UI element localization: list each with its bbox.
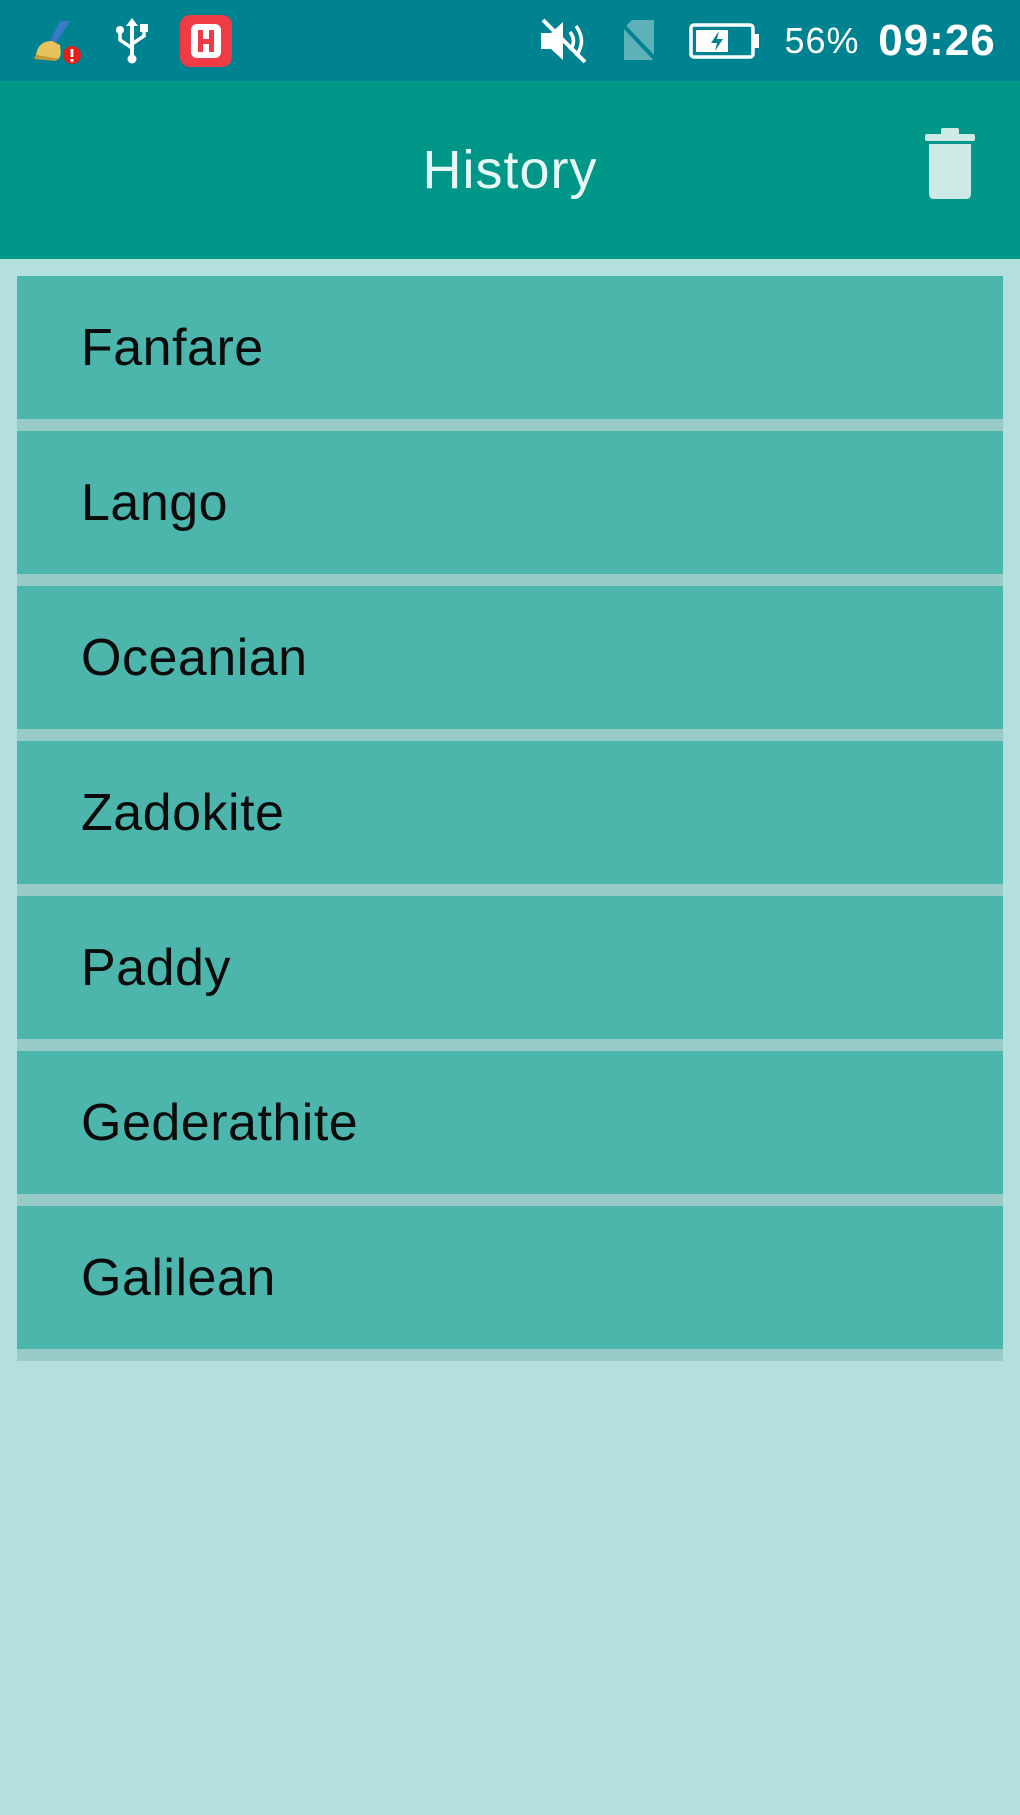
no-sim-icon [614, 0, 664, 81]
app-notification-icon [178, 0, 234, 81]
history-item-label: Paddy [81, 938, 231, 997]
history-item-label: Lango [81, 473, 229, 532]
page-title: History [422, 140, 598, 200]
battery-charging-icon [688, 0, 762, 81]
history-item-oceanian[interactable]: Oceanian [17, 586, 1003, 741]
history-list: Fanfare Lango Oceanian Zadokite Paddy Ge… [17, 276, 1003, 1361]
history-item-fanfare[interactable]: Fanfare [17, 276, 1003, 431]
app-bar: History [0, 81, 1020, 259]
history-item-galilean[interactable]: Galilean [17, 1206, 1003, 1361]
history-item-label: Gederathite [81, 1093, 359, 1152]
history-item-paddy[interactable]: Paddy [17, 896, 1003, 1051]
history-item-gederathite[interactable]: Gederathite [17, 1051, 1003, 1206]
history-item-label: Oceanian [81, 628, 308, 687]
history-item-label: Zadokite [81, 783, 285, 842]
delete-history-button[interactable] [900, 116, 1000, 216]
cleaner-alert-icon [28, 0, 84, 81]
usb-icon [110, 0, 154, 81]
mute-icon [534, 0, 594, 81]
history-item-lango[interactable]: Lango [17, 431, 1003, 586]
history-item-label: Galilean [81, 1248, 276, 1307]
trash-icon [923, 127, 977, 205]
status-bar: 56% 09:26 [0, 0, 1020, 81]
history-item-zadokite[interactable]: Zadokite [17, 741, 1003, 896]
history-item-label: Fanfare [81, 318, 264, 377]
battery-percentage: 56% [784, 19, 860, 61]
clock: 09:26 [878, 15, 996, 65]
